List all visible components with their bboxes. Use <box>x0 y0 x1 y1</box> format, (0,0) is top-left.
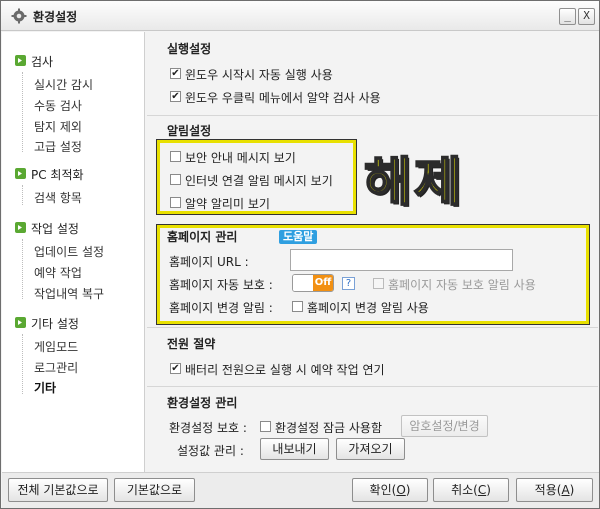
checkbox[interactable] <box>170 151 181 162</box>
category-icon <box>15 168 26 179</box>
tree-line <box>22 72 24 152</box>
footer-bar: 전체 기본값으로 기본값으로 확인(O) 취소(C) 적용(A) <box>2 472 599 508</box>
homepage-url-label: 홈페이지 URL : <box>169 255 249 269</box>
export-button[interactable]: 내보내기 <box>260 438 329 460</box>
password-button[interactable]: 암호설정/변경 <box>401 415 488 437</box>
sidebar-category-label: PC 최적화 <box>31 168 84 182</box>
sidebar-item-scheduled[interactable]: 예약 작업 <box>34 264 82 281</box>
sidebar-category-label: 기타 설정 <box>31 317 79 331</box>
reset-button[interactable]: 기본값으로 <box>114 478 195 502</box>
divider <box>147 386 598 387</box>
sidebar-category-label: 검사 <box>31 55 54 69</box>
button-label: 확인 <box>369 483 392 497</box>
option-label: 배터리 전원으로 실행 시 예약 작업 연기 <box>185 363 385 377</box>
settings-content: 실행설정 ✔ 윈도우 시작시 자동 실행 사용 ✔ 윈도우 우클릭 메뉴에서 알… <box>146 32 599 472</box>
section-title-alert: 알림설정 <box>167 124 212 138</box>
sidebar-item-update[interactable]: 업데이트 설정 <box>34 243 104 260</box>
help-badge[interactable]: 도움말 <box>279 230 318 244</box>
minimize-button[interactable]: _ <box>559 8 576 25</box>
button-hotkey: A <box>561 483 570 497</box>
import-button[interactable]: 가져오기 <box>336 438 405 460</box>
option-label: 홈페이지 자동 보호 알림 사용 <box>388 278 536 292</box>
sidebar-nav: 검사 실시간 감시 수동 검사 탐지 제외 고급 설정 PC 최적화 검색 항목… <box>2 32 145 472</box>
close-button[interactable]: X <box>578 8 595 25</box>
sidebar-category-label: 작업 설정 <box>31 222 79 236</box>
sidebar-item-realtime[interactable]: 실시간 감시 <box>34 76 93 93</box>
help-question-icon[interactable]: ? <box>342 277 355 290</box>
divider <box>147 327 598 328</box>
button-hotkey: C <box>477 483 487 497</box>
sidebar-item-advanced[interactable]: 고급 설정 <box>34 138 82 155</box>
title-bar[interactable]: 환경설정 _ X <box>1 1 599 31</box>
checkbox[interactable] <box>170 174 181 185</box>
category-icon <box>15 317 26 328</box>
env-protect-label: 환경설정 보호 : <box>169 421 247 435</box>
section-title-env: 환경설정 관리 <box>167 396 238 410</box>
checkbox-checked[interactable]: ✔ <box>170 363 181 374</box>
button-label: 취소 <box>451 483 474 497</box>
homepage-url-input[interactable] <box>290 249 513 271</box>
option-label: 홈페이지 변경 알림 사용 <box>307 301 429 315</box>
annotation-uncheck: 해제 <box>363 152 464 214</box>
divider <box>147 115 598 116</box>
checkbox[interactable] <box>260 421 271 432</box>
settings-gear-icon <box>11 8 27 24</box>
category-icon <box>15 55 26 66</box>
toggle-knob <box>293 275 314 291</box>
reset-all-button[interactable]: 전체 기본값으로 <box>8 478 108 502</box>
tree-line <box>22 239 24 299</box>
toggle-state: Off <box>313 275 333 291</box>
tree-line <box>22 185 24 205</box>
option-label: 윈도우 시작시 자동 실행 사용 <box>185 68 333 82</box>
sidebar-item-etc[interactable]: 기타 <box>34 379 56 396</box>
option-label: 환경설정 잠금 사용함 <box>275 421 382 435</box>
sidebar-item-restore[interactable]: 작업내역 복구 <box>34 285 104 302</box>
option-label: 알약 알리미 보기 <box>185 197 270 211</box>
cancel-button[interactable]: 취소(C) <box>433 478 509 502</box>
env-manage-label: 설정값 관리 : <box>177 444 244 458</box>
button-label: 적용 <box>534 483 557 497</box>
tree-line <box>22 334 24 394</box>
sidebar-item-game-mode[interactable]: 게임모드 <box>34 338 78 355</box>
homepage-change-label: 홈페이지 변경 알림 : <box>169 301 273 315</box>
checkbox[interactable] <box>170 197 181 208</box>
section-title-text: 홈페이지 관리 <box>167 230 238 244</box>
section-title-run: 실행설정 <box>167 42 212 56</box>
button-hotkey: O <box>396 483 406 497</box>
window-title: 환경설정 <box>33 10 78 24</box>
sidebar-item-logs[interactable]: 로그관리 <box>34 359 78 376</box>
homepage-protect-label: 홈페이지 자동 보호 : <box>169 278 273 292</box>
sidebar-item-exclusions[interactable]: 탐지 제외 <box>34 118 82 135</box>
section-title-homepage: 홈페이지 관리 도움말 <box>167 228 318 245</box>
category-icon <box>15 222 26 233</box>
ok-button[interactable]: 확인(O) <box>352 478 428 502</box>
sidebar-item-search-items[interactable]: 검색 항목 <box>34 189 82 206</box>
option-label: 보안 안내 메시지 보기 <box>185 151 296 165</box>
checkbox-disabled <box>373 278 384 289</box>
checkbox-checked[interactable]: ✔ <box>170 68 181 79</box>
apply-button[interactable]: 적용(A) <box>516 478 593 502</box>
sidebar-item-manual-scan[interactable]: 수동 검사 <box>34 97 82 114</box>
settings-window: 환경설정 _ X 검사 실시간 감시 수동 검사 탐지 제외 고급 설정 PC … <box>0 0 600 509</box>
checkbox-checked[interactable]: ✔ <box>170 91 181 102</box>
option-label: 인터넷 연결 알림 메시지 보기 <box>185 174 333 188</box>
homepage-protect-toggle[interactable]: Off <box>292 274 334 292</box>
checkbox[interactable] <box>292 301 303 312</box>
option-label: 윈도우 우클릭 메뉴에서 알약 검사 사용 <box>185 91 381 105</box>
section-title-power: 전원 절약 <box>167 337 216 351</box>
